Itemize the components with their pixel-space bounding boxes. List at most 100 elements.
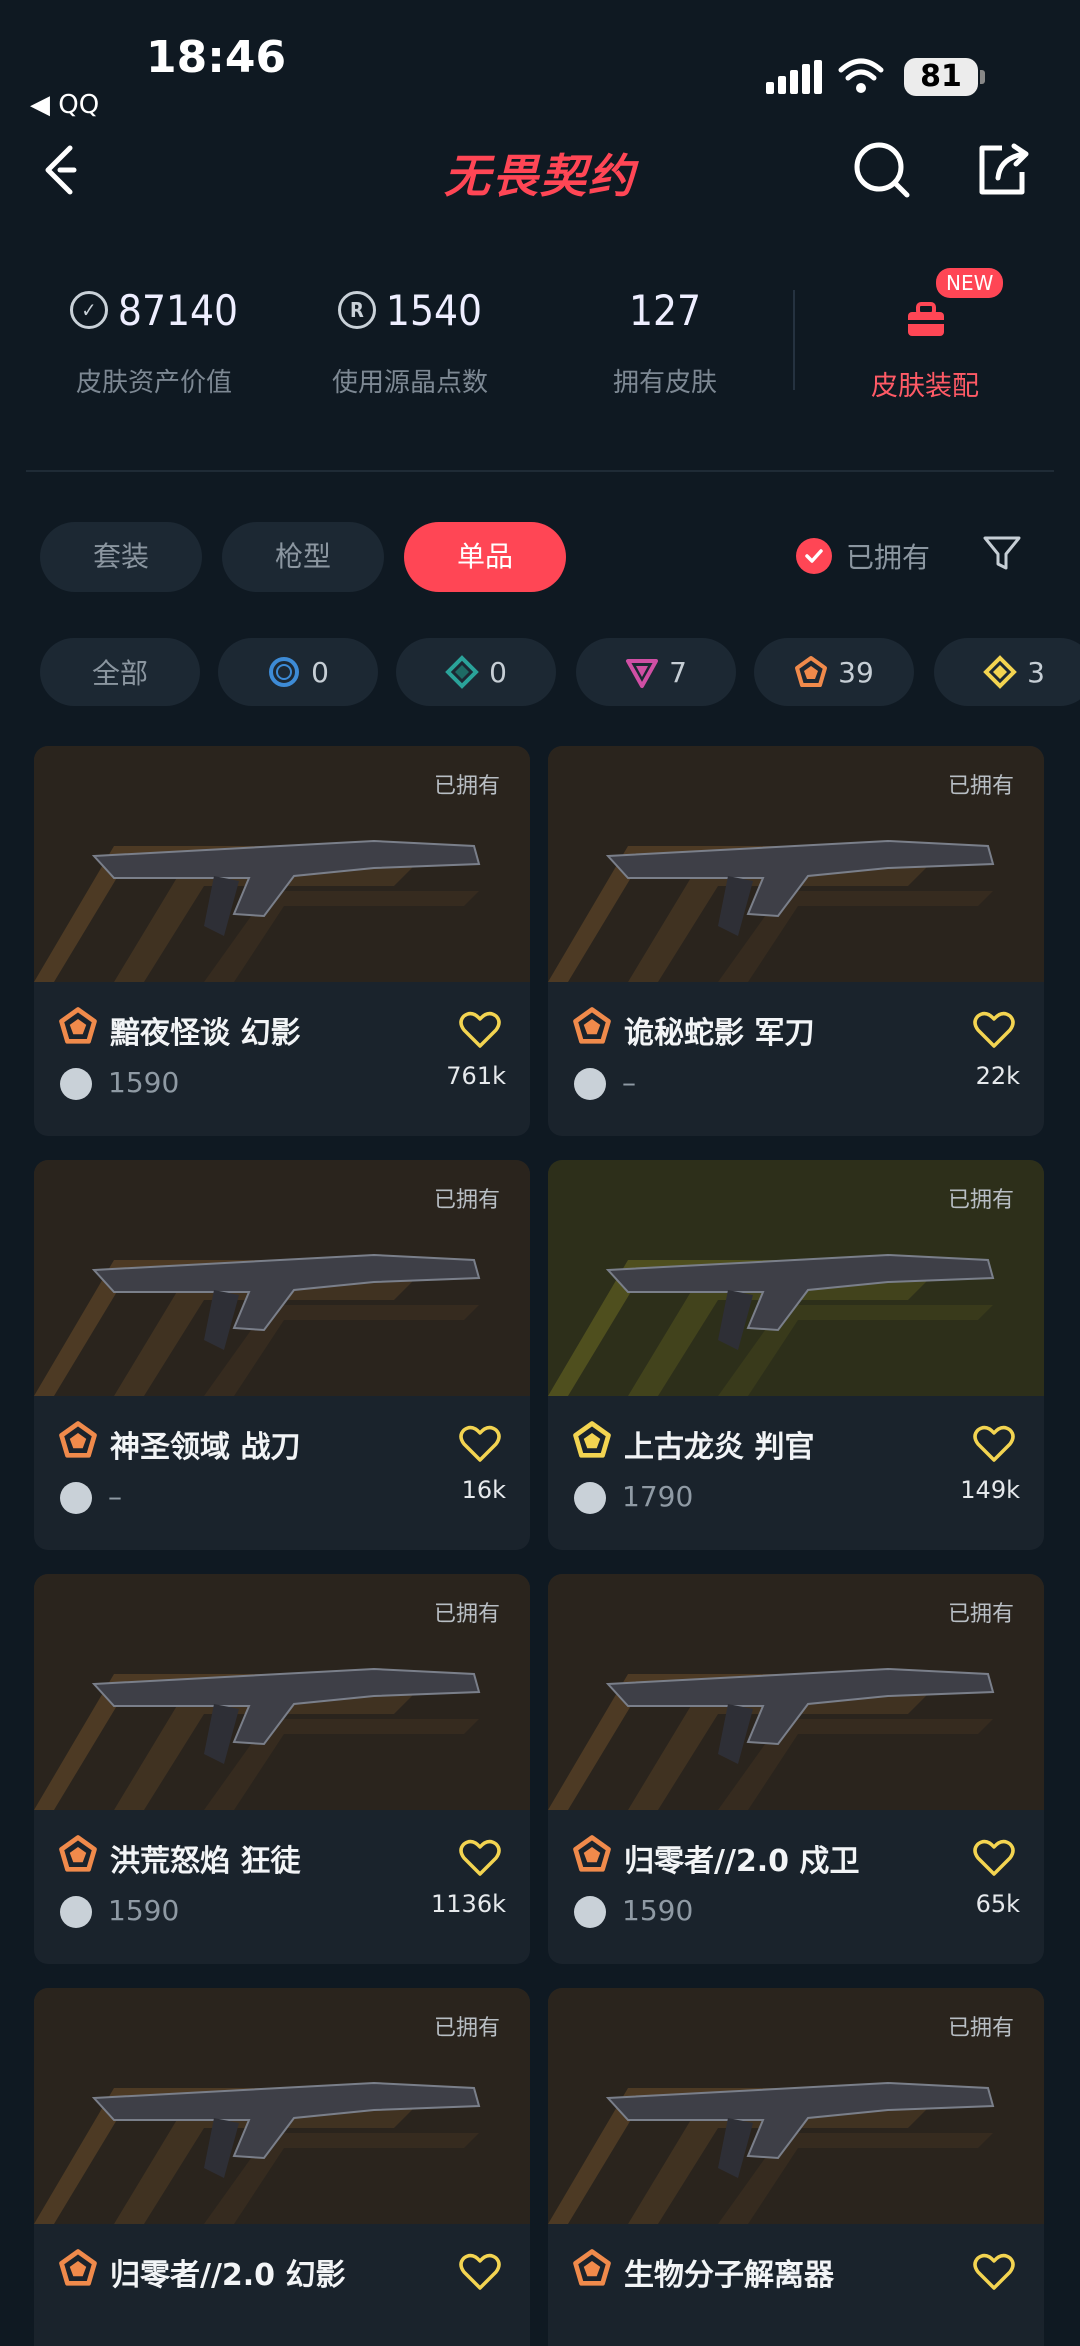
tier-chip-exclusive[interactable]: 39: [754, 638, 914, 706]
filter-icon[interactable]: [982, 534, 1022, 574]
tier-chip-ultra[interactable]: 3: [934, 638, 1080, 706]
stat-owned-skins: 127 拥有皮肤: [565, 280, 765, 399]
skin-price: 1590: [108, 1066, 180, 1099]
heart-icon[interactable]: [458, 1010, 502, 1050]
skin-price: –: [622, 1066, 636, 1099]
skin-price: 1590: [622, 1894, 694, 1927]
share-icon[interactable]: [972, 140, 1032, 200]
tier-chip-deluxe[interactable]: 0: [396, 638, 556, 706]
vp-icon: [60, 1896, 92, 1928]
tier-chip-premium[interactable]: 7: [576, 638, 736, 706]
weapon-skin-image: [605, 839, 995, 936]
skin-card[interactable]: 已拥有归零者//2.0 幻影: [34, 1988, 530, 2346]
tier-icon: [59, 2249, 97, 2286]
weapon-skin-image: [605, 1667, 995, 1764]
heart-icon[interactable]: [458, 2252, 502, 2292]
tier-chip-count: 7: [669, 655, 687, 689]
vp-icon: [60, 1068, 92, 1100]
skin-name: 诡秘蛇影 军刀: [624, 1016, 815, 1051]
skin-card[interactable]: 已拥有 生物分子解离器: [548, 1988, 1044, 2346]
tab-weapon-type[interactable]: 枪型: [222, 522, 384, 592]
skin-card-image: 已拥有: [548, 1574, 1044, 1810]
skin-card[interactable]: 已拥有黯夜怪谈 幻影 1590 761k: [34, 746, 530, 1136]
stats-divider: [793, 290, 795, 390]
app-header: 无畏契约: [0, 130, 1080, 210]
vp-icon: [574, 1896, 606, 1928]
like-count: 761k: [446, 1062, 506, 1090]
owned-filter-label: 已拥有: [846, 541, 931, 574]
skin-loadout-label: 皮肤装配: [871, 371, 979, 402]
skin-price: –: [108, 1480, 122, 1513]
heart-icon[interactable]: [972, 1010, 1016, 1050]
tier-icon: [59, 1835, 97, 1872]
heart-icon[interactable]: [458, 1838, 502, 1878]
skin-name: 归零者//2.0 戍卫: [624, 1844, 860, 1879]
skin-card-image: 已拥有: [34, 1574, 530, 1810]
owned-filter-toggle[interactable]: 已拥有: [796, 536, 930, 576]
stat-skin-value: ✓ 87140 皮肤资产价值: [54, 280, 254, 399]
tier-chip-count: 0: [489, 655, 507, 689]
stat-radianite: R 1540 使用源晶点数: [310, 280, 510, 399]
skin-loadout-button[interactable]: NEW 皮肤装配: [860, 268, 1004, 408]
owned-label: 已拥有: [433, 1602, 500, 1627]
radianite-icon: R: [337, 291, 376, 329]
skin-card-image: 已拥有: [34, 1160, 530, 1396]
skin-card[interactable]: 已拥有诡秘蛇影 军刀 – 22k: [548, 746, 1044, 1136]
skin-card-image: 已拥有: [34, 746, 530, 982]
tab-bundle[interactable]: 套装: [40, 522, 202, 592]
battery-nub: [980, 70, 985, 84]
like-count: 22k: [975, 1062, 1020, 1090]
skin-name: 神圣领域 战刀: [110, 1430, 301, 1465]
owned-label: 已拥有: [947, 1602, 1014, 1627]
heart-icon[interactable]: [972, 1424, 1016, 1464]
tier-icon: [573, 2249, 611, 2286]
like-count: 16k: [461, 1476, 506, 1504]
tier-icon: [59, 1421, 97, 1458]
vp-icon: ✓: [69, 291, 108, 329]
like-count: 1136k: [431, 1890, 506, 1918]
tab-single-item[interactable]: 单品: [404, 522, 566, 592]
ultra-tier-icon: [983, 655, 1017, 689]
heart-icon[interactable]: [972, 2252, 1016, 2292]
heart-icon[interactable]: [972, 1838, 1016, 1878]
vp-icon: [60, 1482, 92, 1514]
tier-chip-all[interactable]: 全部: [40, 638, 200, 706]
weapon-skin-image: [91, 2081, 481, 2178]
weapon-skin-image: [91, 1667, 481, 1764]
stat-value: 1540: [385, 285, 483, 335]
stat-label: 使用源晶点数: [331, 368, 488, 398]
skin-name: 归零者//2.0 幻影: [110, 2258, 346, 2293]
like-count: 65k: [975, 1890, 1020, 1918]
skin-name: 洪荒怒焰 狂徒: [110, 1844, 301, 1879]
status-time: 18:46: [146, 32, 287, 83]
tier-icon: [573, 1421, 611, 1458]
skin-card[interactable]: 已拥有 上古龙炎 判官 1790 149k: [548, 1160, 1044, 1550]
skin-card-image: 已拥有: [548, 1988, 1044, 2224]
app-logo: 无畏契约: [444, 149, 636, 203]
wifi-icon: [838, 58, 884, 93]
skin-name: 上古龙炎 判官: [624, 1430, 815, 1465]
owned-label: 已拥有: [947, 774, 1014, 799]
checkmark-icon: [796, 538, 832, 574]
heart-icon[interactable]: [458, 1424, 502, 1464]
vp-icon: [574, 1068, 606, 1100]
skin-name: 黯夜怪谈 幻影: [110, 1016, 301, 1051]
cellular-signal-icon: [766, 60, 822, 94]
back-to-app-link[interactable]: ◀ QQ: [30, 90, 99, 120]
owned-label: 已拥有: [433, 774, 500, 799]
tier-icon: [59, 1007, 97, 1044]
skin-card[interactable]: 已拥有归零者//2.0 戍卫 1590 65k: [548, 1574, 1044, 1964]
tier-chip-count: 39: [838, 655, 874, 689]
weapon-skin-image: [91, 1253, 481, 1350]
skin-card[interactable]: 已拥有神圣领域 战刀 – 16k: [34, 1160, 530, 1550]
weapon-skin-image: [91, 839, 481, 936]
skin-card[interactable]: 已拥有洪荒怒焰 狂徒 1590 1136k: [34, 1574, 530, 1964]
skin-card-image: 已拥有: [34, 1988, 530, 2224]
search-icon[interactable]: [852, 140, 912, 200]
tier-chip-count: 0: [311, 655, 329, 689]
tier-chip-select[interactable]: 0: [218, 638, 378, 706]
weapon-skin-image: [605, 2081, 995, 2178]
skin-price: 1590: [108, 1894, 180, 1927]
exclusive-tier-icon: [795, 656, 828, 687]
stat-label: 皮肤资产价值: [75, 368, 232, 398]
